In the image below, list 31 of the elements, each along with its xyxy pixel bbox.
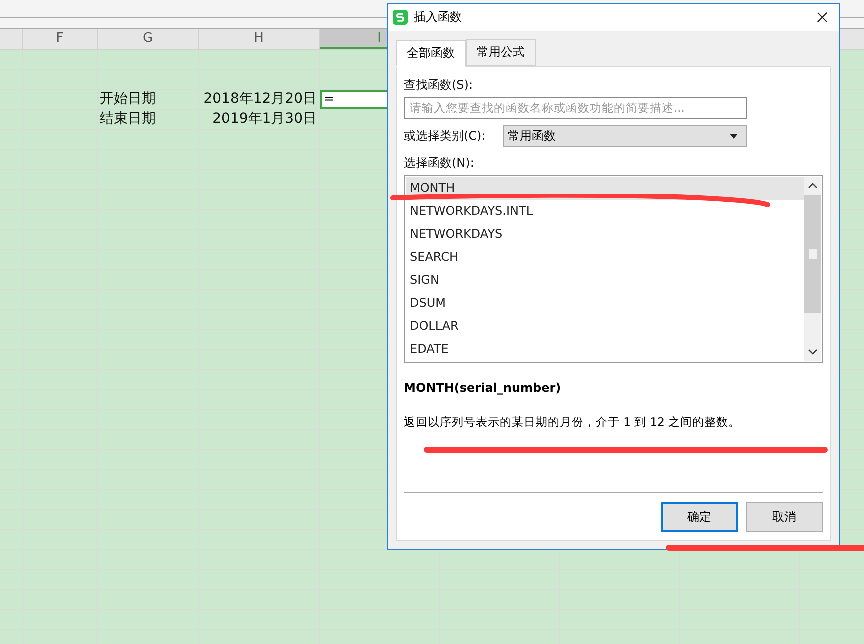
- caret-icon: [730, 134, 738, 138]
- scroll-down-icon[interactable]: [808, 349, 818, 355]
- scrollbar[interactable]: [804, 177, 821, 361]
- column-header[interactable]: F: [23, 29, 98, 49]
- cell-text: 2019年1月30日: [212, 111, 317, 127]
- app-logo-icon: [393, 10, 408, 25]
- category-dropdown[interactable]: 常用函数: [503, 125, 747, 147]
- tab[interactable]: 全部函数: [396, 40, 466, 67]
- grip-icon[interactable]: [808, 249, 816, 259]
- dialog-button[interactable]: 确定: [661, 502, 738, 532]
- search-field[interactable]: 请输入您要查找的函数名称或函数功能的简要描述...: [404, 97, 747, 119]
- window-title: 插入函数: [414, 9, 463, 26]
- function-syntax: MONTH(serial_number): [404, 381, 562, 395]
- function-description: 返回以序列号表示的某日期的月份，介于 1 到 12 之间的整数。: [404, 415, 742, 430]
- close-icon[interactable]: [817, 12, 828, 23]
- function-item[interactable]: DSUM: [406, 292, 804, 315]
- function-item[interactable]: NETWORKDAYS.INTL: [406, 200, 804, 223]
- function-item[interactable]: SEARCH: [406, 246, 804, 269]
- function-item[interactable]: EDATE: [406, 338, 804, 361]
- scroll-up-icon[interactable]: [808, 183, 818, 189]
- cell-text: 结束日期: [100, 111, 156, 127]
- cell-text: 开始日期: [100, 91, 156, 107]
- tab[interactable]: 常用公式: [466, 39, 536, 66]
- field-label: 选择函数(N):: [404, 155, 476, 172]
- function-item[interactable]: SIGN: [406, 269, 804, 292]
- dialog-button[interactable]: 取消: [746, 502, 823, 532]
- column-header[interactable]: G: [98, 29, 199, 49]
- function-item[interactable]: DOLLAR: [406, 315, 804, 338]
- cell-text: 2018年12月20日: [204, 91, 317, 107]
- field-label: 或选择类别(C):: [404, 128, 487, 144]
- function-item[interactable]: NETWORKDAYS: [406, 223, 804, 246]
